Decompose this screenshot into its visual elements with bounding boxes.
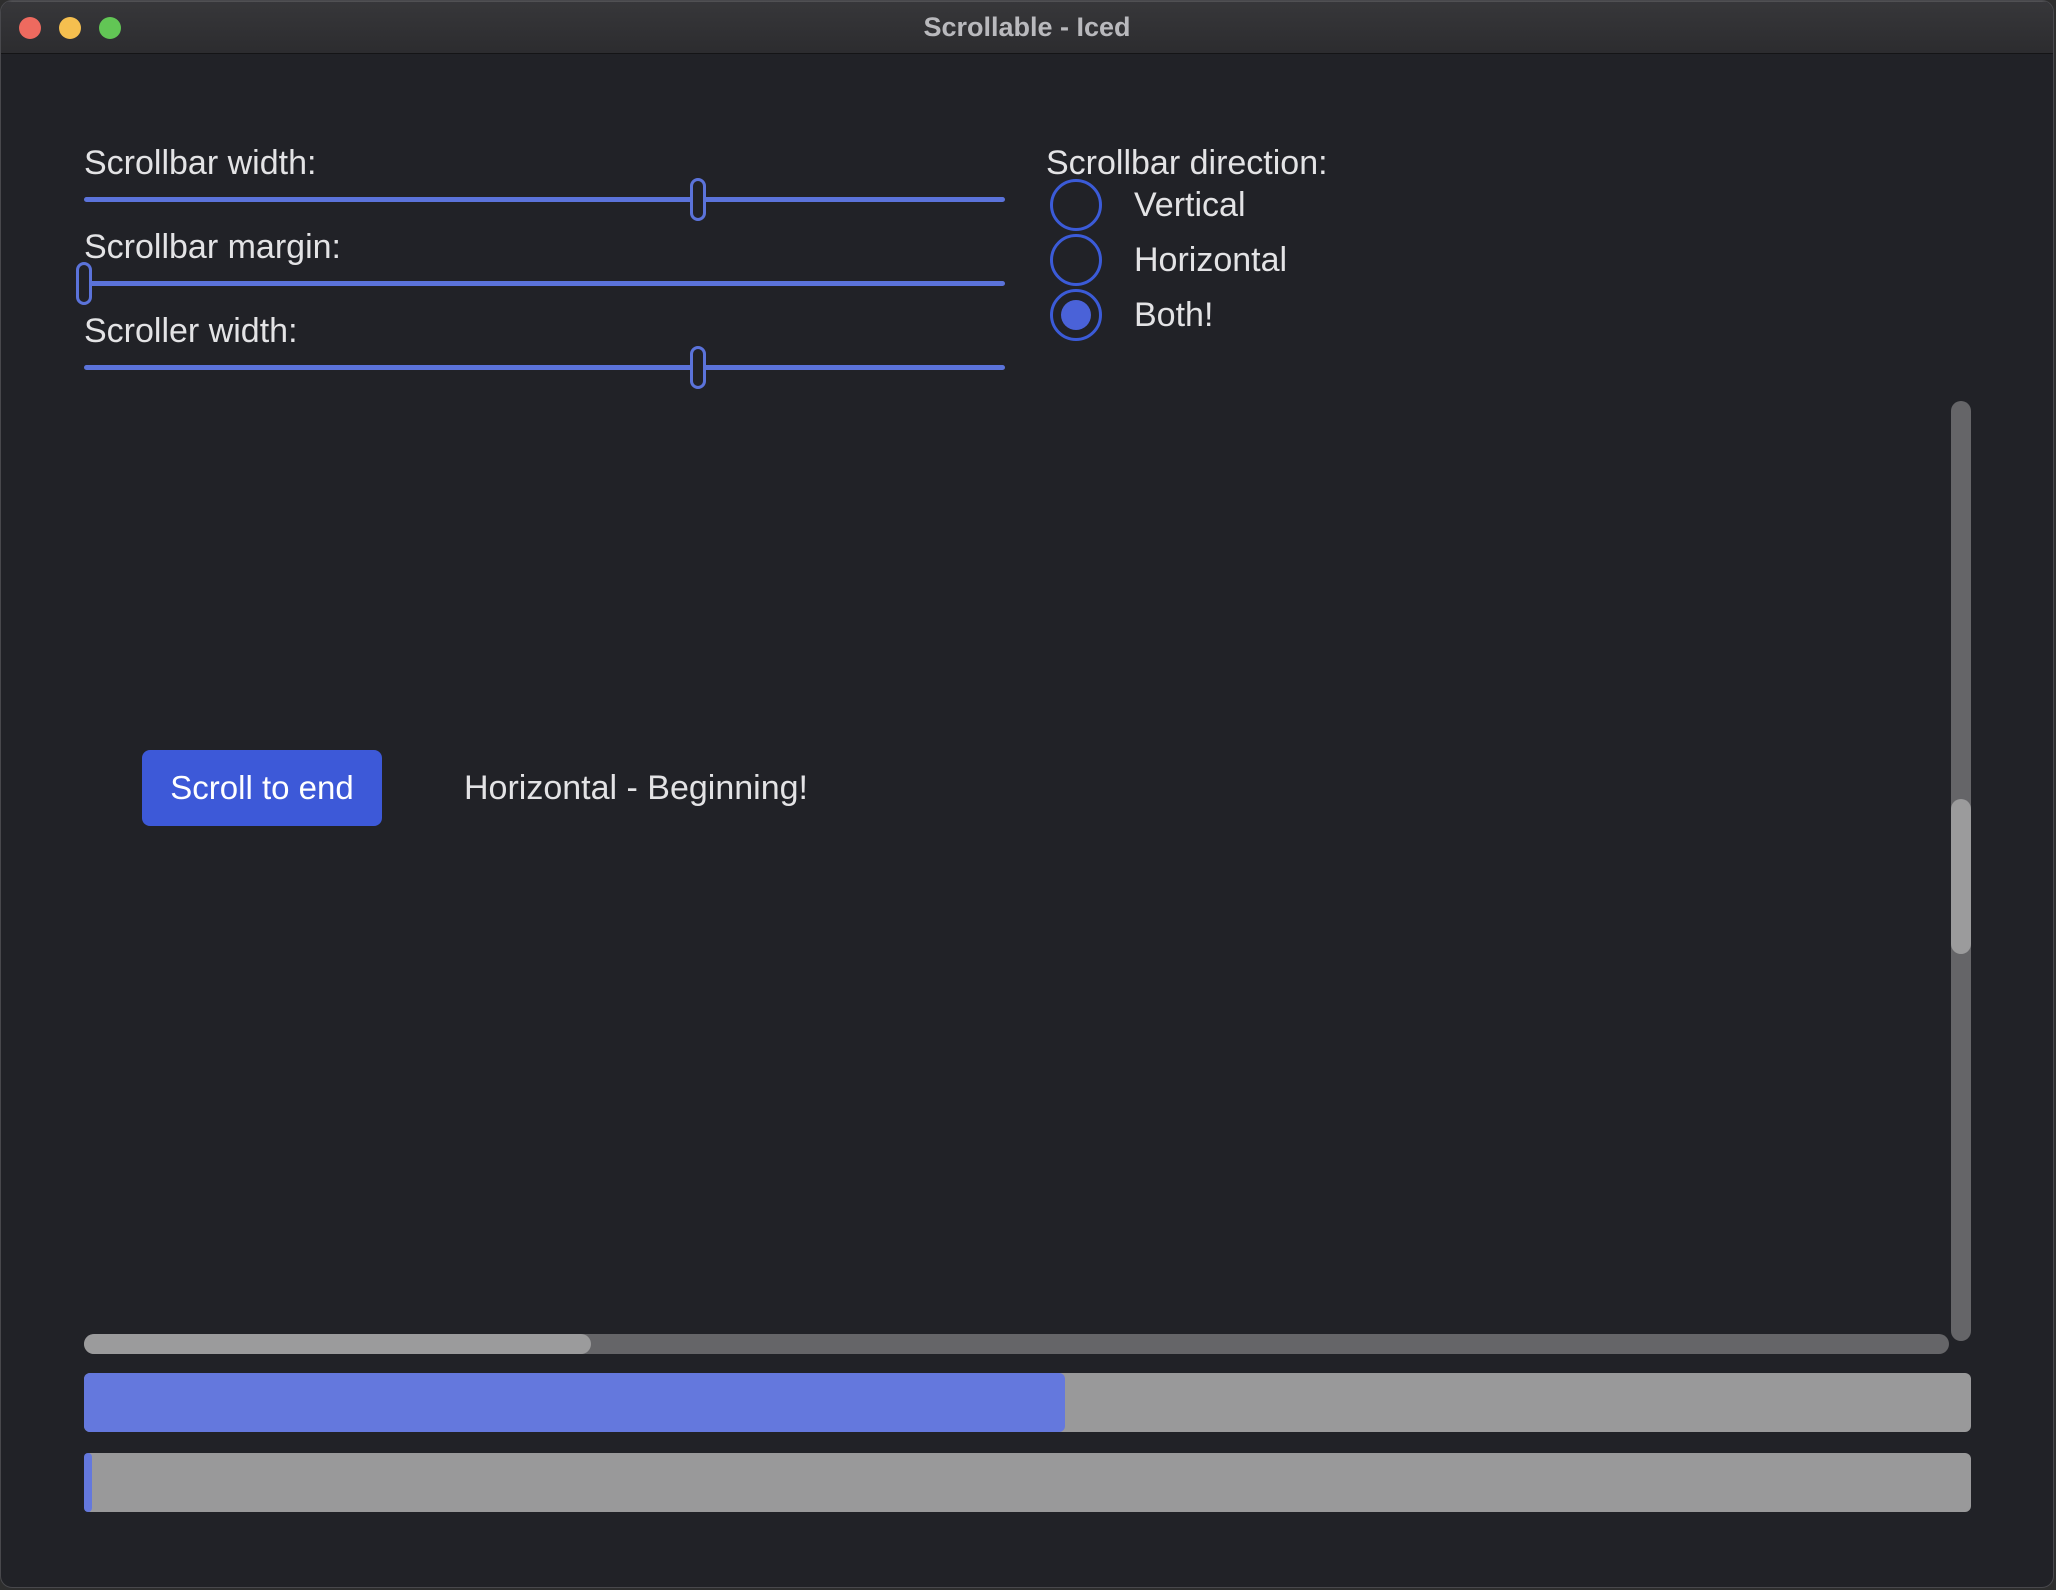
- scroller-width-label: Scroller width:: [84, 312, 298, 351]
- radio-selected-dot-icon: [1061, 300, 1091, 330]
- vertical-progress-bar: [84, 1453, 1971, 1512]
- radio-vertical-label[interactable]: Vertical: [1134, 185, 1246, 225]
- window-title: Scrollable - Iced: [1, 1, 2053, 53]
- scrollbar-margin-slider-handle[interactable]: [76, 262, 92, 305]
- scroll-to-end-button[interactable]: Scroll to end: [142, 750, 382, 826]
- scrollbar-margin-slider[interactable]: [84, 281, 1005, 286]
- radio-both-label[interactable]: Both!: [1134, 295, 1213, 335]
- radio-horizontal[interactable]: [1050, 234, 1102, 286]
- vertical-progress-fill: [84, 1453, 92, 1512]
- horizontal-scrollbar-rail[interactable]: [84, 1334, 1949, 1354]
- scrollbar-width-slider-handle[interactable]: [690, 178, 706, 221]
- scroller-width-slider-handle[interactable]: [690, 346, 706, 389]
- vertical-scrollbar-thumb[interactable]: [1951, 799, 1971, 954]
- radio-vertical[interactable]: [1050, 179, 1102, 231]
- horizontal-progress-fill: [84, 1373, 1065, 1432]
- horizontal-scrollbar-thumb[interactable]: [84, 1334, 591, 1354]
- radio-horizontal-label[interactable]: Horizontal: [1134, 240, 1287, 280]
- vertical-scrollbar-rail[interactable]: [1951, 401, 1971, 1341]
- title-bar: Scrollable - Iced: [1, 1, 2053, 54]
- scrollbar-direction-label: Scrollbar direction:: [1046, 144, 1328, 183]
- radio-both[interactable]: [1050, 289, 1102, 341]
- scrollbar-margin-label: Scrollbar margin:: [84, 228, 341, 267]
- scrollbar-width-slider[interactable]: [84, 197, 1005, 202]
- scroll-status-text: Horizontal - Beginning!: [464, 750, 808, 826]
- scroller-width-slider[interactable]: [84, 365, 1005, 370]
- app-window: Scrollable - Iced Scrollbar width: Scrol…: [0, 0, 2054, 1588]
- scrollbar-width-label: Scrollbar width:: [84, 144, 316, 183]
- horizontal-progress-bar: [84, 1373, 1971, 1432]
